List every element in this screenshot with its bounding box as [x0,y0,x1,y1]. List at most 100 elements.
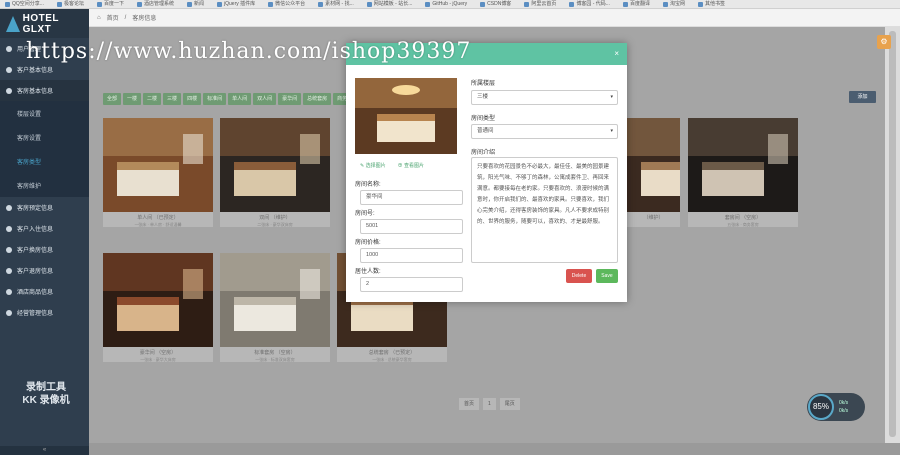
floor-select[interactable]: 三楼 ▾ [471,90,618,105]
filter-button[interactable]: 总统套房 [303,93,332,105]
sidebar-subitem[interactable]: 客房维护 [0,173,89,197]
sidebar-item[interactable]: 客户换房信息 [0,239,89,260]
filter-button[interactable]: 豪华间 [278,93,302,105]
vertical-scrollbar[interactable] [885,27,900,443]
browser-tab[interactable]: CSDN博客 [475,0,516,8]
filter-button[interactable]: 三楼 [163,93,182,105]
room-number-label: 房间号: [355,211,375,217]
browser-tab[interactable]: 极客论坛 [52,0,89,8]
room-price-input[interactable]: 1000 [360,248,463,263]
menu-icon [6,225,12,232]
filter-button[interactable]: 二楼 [143,93,162,105]
browser-tab[interactable]: QQ空间分享... [0,0,49,8]
upload-image-link[interactable]: ✎ 选择图片 [360,162,386,169]
watermark-line-1: 录制工具 [26,382,66,393]
menu-icon [6,45,12,52]
room-name-label: 房间名称: [355,182,381,188]
delete-button[interactable]: Delete [566,269,592,283]
browser-tab[interactable]: 百度翻译 [618,0,655,8]
app-logo[interactable]: HOTEL GLXT [0,9,89,38]
view-image-link[interactable]: ⊕ 查看图片 [398,162,424,169]
browser-tab[interactable]: 新闻 [182,0,209,8]
browser-tab[interactable]: 网站模板 - 站长... [362,0,418,8]
sidebar-item[interactable]: 客房基本信息 [0,80,89,101]
favicon-icon [56,1,62,7]
sidebar-subitem[interactable]: 客房类型 [0,149,89,173]
menu-icon [6,66,12,73]
filter-button[interactable]: 单人间 [228,93,252,105]
room-card[interactable]: 套房间 （空房） 五张床 · 商务套房 [688,118,798,227]
sidebar-item-label: 客户退房信息 [17,269,54,275]
menu-icon [6,204,12,211]
browser-tab[interactable]: 淘宝网 [658,0,690,8]
occupancy-input[interactable]: 2 [360,277,463,292]
pager-page[interactable]: 1 [483,398,496,410]
sidebar-item[interactable]: 酒店商品信息 [0,281,89,302]
menu-icon [6,309,12,316]
room-name-input[interactable]: 豪华间 [360,190,463,205]
filter-button[interactable]: 全部 [103,93,122,105]
floor-label: 所属楼层 [471,81,496,87]
browser-tab[interactable]: GitHub - jQuery [420,0,472,8]
settings-icon[interactable]: ⚙ [877,35,891,49]
pager-first[interactable]: 首页 [459,398,480,410]
sidebar-item[interactable]: 经营管理信息 [0,302,89,323]
sidebar-subitem[interactable]: 楼层设置 [0,101,89,125]
chevron-down-icon: ▾ [610,94,613,100]
close-icon[interactable]: × [614,49,619,58]
sidebar-item[interactable]: 客户退房信息 [0,260,89,281]
sidebar-item[interactable]: 客户入住信息 [0,218,89,239]
recorder-stats: 0k/s 0k/s [839,399,848,415]
filter-button[interactable]: 一楼 [123,93,142,105]
room-card[interactable]: 双间 （维护） 二张床 · 豪华双床房 [220,118,330,227]
recorder-watermark: 录制工具 KK 录像机 [10,381,82,407]
browser-tab[interactable]: 博客园 - 代码... [564,0,615,8]
sidebar-subitem[interactable]: 客房设置 [0,125,89,149]
browser-tab[interactable]: 百度一下 [92,0,129,8]
watermark-url: https://www.huzhan.com/ishop39397 [26,39,472,64]
browser-tab[interactable]: jQuery 插件库 [212,0,260,8]
browser-tab-label: QQ空间分享... [12,1,44,7]
room-card[interactable]: 标准套房 （空房） 一张床 · 标准双床套房 [220,253,330,362]
breadcrumb-home[interactable]: 首页 [107,13,119,22]
browser-tab-label: 其他书签 [704,1,725,7]
browser-tab-label: 阿里云首页 [531,1,557,7]
room-card-title: 单人间 （已预定） [137,215,179,221]
sidebar-menu: 用户管理 客户基本信息 客房基本信息 楼层设置 客房设置 客房类型 客房维护 客房预定信息 客户… [0,38,89,323]
sidebar-item[interactable]: 客房预定信息 [0,197,89,218]
sidebar-item-label: 酒店商品信息 [17,290,54,296]
room-card[interactable]: 单人间 （已预定） 一张床 · 单人房 · 舒适温馨 [103,118,213,227]
room-photo [688,118,798,212]
room-intro-textarea[interactable]: 只要喜欢的花园景色不必最大，最佳佳、最美的园景建筑，阳光气味、不够丁的森林，公寓… [471,157,618,263]
floor-filter-bar: 全部 一楼 二楼 三楼 四楼 标准间 单人间 双人间 豪华间 总统套房 商务间 [103,93,357,105]
browser-tab[interactable]: 酒店管理系统 [132,0,179,8]
breadcrumb-separator: / [124,14,127,21]
recorder-widget[interactable]: 85% 0k/s 0k/s [807,393,865,421]
save-button[interactable]: Save [596,269,618,283]
filter-button[interactable]: 双人间 [253,93,277,105]
recorder-upload: 0k/s [839,400,849,406]
sidebar-collapse-button[interactable]: « [0,446,89,455]
room-image-preview [355,78,457,154]
favicon-icon [425,1,431,7]
browser-tab-label: 微信公众平台 [275,1,306,7]
pagination: 首页 1 尾页 [459,398,520,410]
browser-tab[interactable]: 阿里云首页 [519,0,561,8]
room-photo [103,253,213,347]
browser-tab[interactable]: 其他书签 [693,0,730,8]
room-type-select[interactable]: 普通间 ▾ [471,124,618,139]
room-card[interactable]: 豪华间 （空房） 一张床 · 豪华大床房 [103,253,213,362]
room-card[interactable]: （维护） [627,118,680,227]
pager-last[interactable]: 尾页 [499,398,520,410]
room-number-input[interactable]: 5001 [360,219,463,234]
browser-tab[interactable]: 素材网 - 找... [313,0,359,8]
scrollbar-thumb[interactable] [889,31,896,437]
browser-tab-label: 素材网 - 找... [325,1,354,7]
home-icon[interactable]: ⌂ [97,15,101,21]
filter-button[interactable]: 标准间 [203,93,227,105]
add-room-button[interactable]: 添加 [849,91,876,103]
sidebar-item-label: 客户入住信息 [17,227,54,233]
browser-tab[interactable]: 微信公众平台 [263,0,310,8]
browser-tab-label: 博客园 - 代码... [576,1,610,7]
filter-button[interactable]: 四楼 [183,93,202,105]
